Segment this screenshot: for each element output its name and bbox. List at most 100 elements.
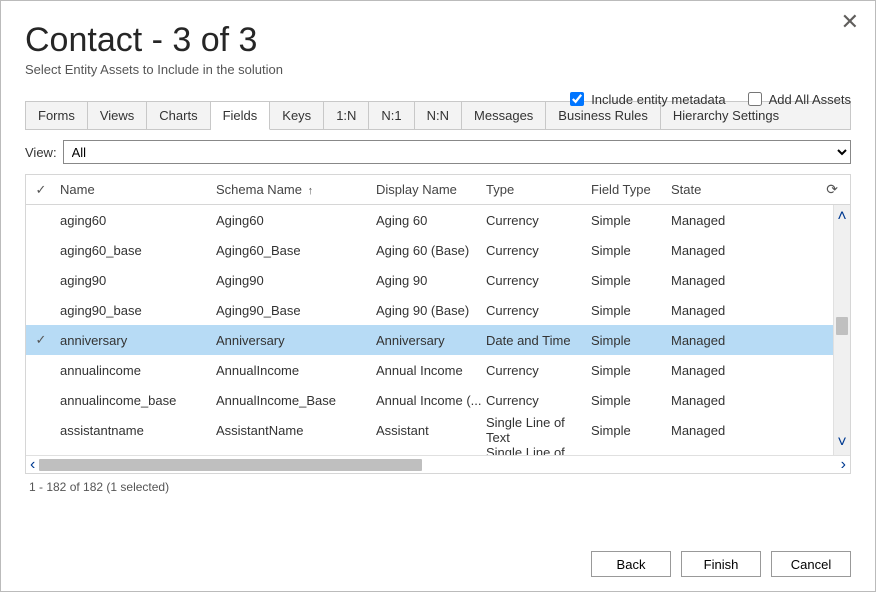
view-row: View: All [25, 140, 851, 164]
column-header-display[interactable]: Display Name [376, 182, 486, 197]
tab-n-1[interactable]: N:1 [369, 102, 414, 129]
cell-type: Currency [486, 273, 591, 288]
tab-keys[interactable]: Keys [270, 102, 324, 129]
cell-schema: AssistantPhone [216, 453, 376, 456]
cell-display: Annual Income (... [376, 393, 486, 408]
grid-body: aging60Aging60Aging 60CurrencySimpleMana… [26, 205, 833, 455]
cell-type: Currency [486, 363, 591, 378]
cell-schema: Aging60_Base [216, 243, 376, 258]
cell-name: annualincome [56, 363, 216, 378]
scroll-right-icon[interactable]: › [841, 457, 846, 473]
column-header-state[interactable]: State [671, 182, 761, 197]
page-subtitle: Select Entity Assets to Include in the s… [25, 62, 851, 77]
refresh-icon[interactable]: ⟳ [761, 181, 844, 198]
cell-schema: AnnualIncome [216, 363, 376, 378]
tab-1-n[interactable]: 1:N [324, 102, 369, 129]
back-button[interactable]: Back [591, 551, 671, 577]
add-all-assets-checkbox[interactable]: Add All Assets [744, 89, 851, 109]
cell-display: Aging 90 (Base) [376, 303, 486, 318]
cell-type: Currency [486, 213, 591, 228]
sort-ascending-icon: ↑ [308, 185, 314, 197]
cell-fieldtype: Simple [591, 423, 671, 438]
cell-schema: Aging90 [216, 273, 376, 288]
view-select[interactable]: All [63, 140, 851, 164]
scroll-down-icon[interactable]: ˅ [834, 435, 850, 451]
column-header-name[interactable]: Name [56, 182, 216, 197]
horizontal-scrollbar[interactable]: ‹ › [26, 455, 850, 473]
cell-state: Managed [671, 423, 761, 438]
table-row[interactable]: assistantnameAssistantNameAssistantSingl… [26, 415, 833, 445]
cell-state: Managed [671, 213, 761, 228]
cell-display: Assistant Phone [376, 453, 486, 456]
table-row[interactable]: aging60_baseAging60_BaseAging 60 (Base)C… [26, 235, 833, 265]
table-row[interactable]: annualincomeAnnualIncomeAnnual IncomeCur… [26, 355, 833, 385]
include-metadata-input[interactable] [570, 92, 584, 106]
cell-state: Managed [671, 363, 761, 378]
table-row[interactable]: aging60Aging60Aging 60CurrencySimpleMana… [26, 205, 833, 235]
cell-name: aging60 [56, 213, 216, 228]
column-header-fieldtype[interactable]: Field Type [591, 182, 671, 197]
cell-type: Currency [486, 303, 591, 318]
cell-name: assistantname [56, 423, 216, 438]
cell-type: Date and Time [486, 333, 591, 348]
header-options: Include entity metadata Add All Assets [566, 89, 851, 109]
column-header-schema[interactable]: Schema Name ↑ [216, 182, 376, 197]
row-checkmark[interactable]: ✓ [26, 332, 56, 348]
column-header-schema-label: Schema Name [216, 182, 302, 197]
cell-schema: Aging60 [216, 213, 376, 228]
cell-state: Managed [671, 453, 761, 456]
grid-body-wrap: aging60Aging60Aging 60CurrencySimpleMana… [26, 205, 850, 455]
cell-schema: AssistantName [216, 423, 376, 438]
cell-fieldtype: Simple [591, 333, 671, 348]
add-all-assets-label: Add All Assets [769, 92, 851, 107]
cell-schema: Aging90_Base [216, 303, 376, 318]
include-metadata-checkbox[interactable]: Include entity metadata [566, 89, 725, 109]
cell-schema: Anniversary [216, 333, 376, 348]
cell-state: Managed [671, 273, 761, 288]
cell-state: Managed [671, 303, 761, 318]
tab-fields[interactable]: Fields [211, 102, 271, 130]
tab-forms[interactable]: Forms [26, 102, 88, 129]
cell-fieldtype: Simple [591, 273, 671, 288]
cell-name: aging60_base [56, 243, 216, 258]
cell-display: Aging 60 [376, 213, 486, 228]
table-row[interactable]: annualincome_baseAnnualIncome_BaseAnnual… [26, 385, 833, 415]
cell-display: Aging 60 (Base) [376, 243, 486, 258]
add-all-assets-input[interactable] [748, 92, 762, 106]
tab-messages[interactable]: Messages [462, 102, 546, 129]
table-row[interactable]: ✓anniversaryAnniversaryAnniversaryDate a… [26, 325, 833, 355]
scroll-up-icon[interactable]: ˄ [834, 209, 850, 225]
finish-button[interactable]: Finish [681, 551, 761, 577]
grid: ✓ Name Schema Name ↑ Display Name Type F… [25, 174, 851, 474]
grid-header: ✓ Name Schema Name ↑ Display Name Type F… [26, 175, 850, 205]
cancel-button[interactable]: Cancel [771, 551, 851, 577]
cell-fieldtype: Simple [591, 213, 671, 228]
tab-n-n[interactable]: N:N [415, 102, 462, 129]
cell-fieldtype: Simple [591, 453, 671, 456]
cell-display: Assistant [376, 423, 486, 438]
cell-name: aging90_base [56, 303, 216, 318]
cell-type: Currency [486, 243, 591, 258]
cell-fieldtype: Simple [591, 363, 671, 378]
scroll-thumb[interactable] [836, 317, 848, 335]
tab-views[interactable]: Views [88, 102, 147, 129]
cell-fieldtype: Simple [591, 243, 671, 258]
cell-fieldtype: Simple [591, 393, 671, 408]
column-header-type[interactable]: Type [486, 182, 591, 197]
status-text: 1 - 182 of 182 (1 selected) [25, 478, 851, 496]
table-row[interactable]: aging90Aging90Aging 90CurrencySimpleMana… [26, 265, 833, 295]
tab-charts[interactable]: Charts [147, 102, 210, 129]
hscroll-thumb[interactable] [39, 459, 422, 471]
scroll-left-icon[interactable]: ‹ [30, 457, 35, 473]
table-row[interactable]: aging90_baseAging90_BaseAging 90 (Base)C… [26, 295, 833, 325]
close-icon[interactable]: ✕ [841, 11, 859, 33]
cell-fieldtype: Simple [591, 303, 671, 318]
vertical-scrollbar[interactable]: ˄ ˅ [833, 205, 850, 455]
select-all-checkbox[interactable]: ✓ [26, 182, 56, 198]
hscroll-track[interactable] [39, 459, 836, 471]
cell-display: Aging 90 [376, 273, 486, 288]
page-title: Contact - 3 of 3 [25, 21, 851, 60]
cell-type: Currency [486, 393, 591, 408]
cell-state: Managed [671, 333, 761, 348]
table-row[interactable]: assistantphoneAssistantPhoneAssistant Ph… [26, 445, 833, 455]
